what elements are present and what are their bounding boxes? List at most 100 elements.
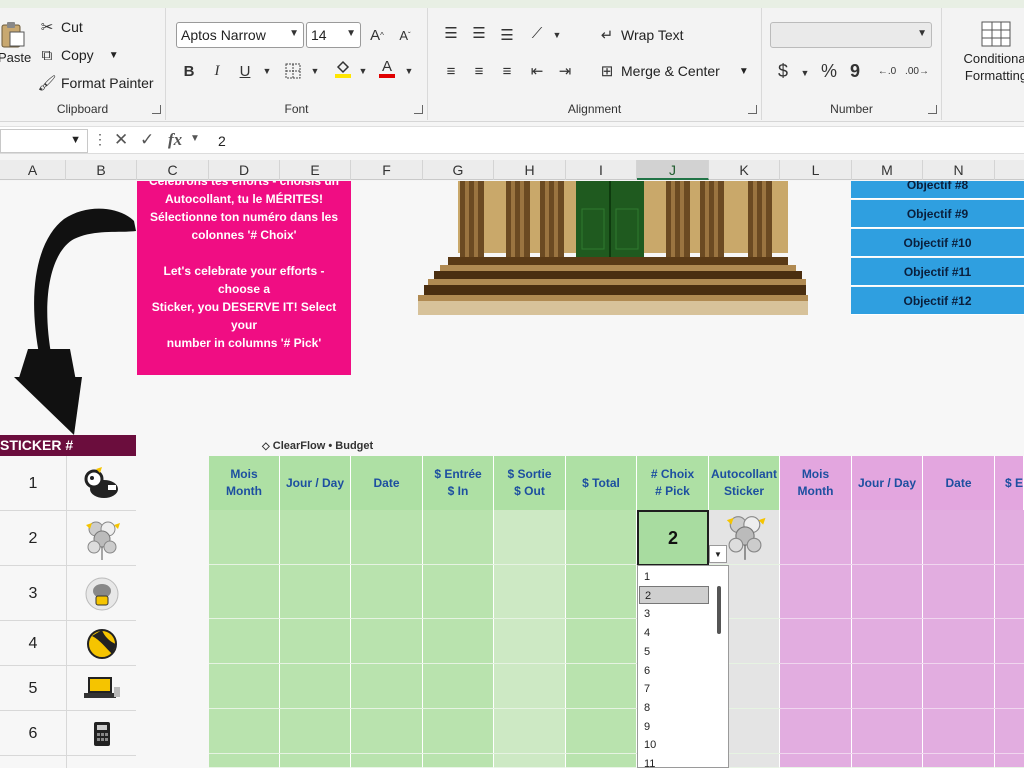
- align-middle-icon[interactable]: ☰: [468, 22, 490, 44]
- column-header-a[interactable]: A: [0, 160, 66, 180]
- italic-icon[interactable]: I: [206, 60, 228, 82]
- chevron-down-icon[interactable]: ▼: [398, 60, 420, 82]
- brand-label: ◇ ClearFlow • Budget: [262, 440, 373, 452]
- chevron-down-icon[interactable]: ▼: [190, 133, 200, 144]
- column-header-b[interactable]: B: [66, 160, 137, 180]
- out-column-cells[interactable]: [494, 510, 566, 768]
- chevron-down-icon[interactable]: ▼: [109, 50, 119, 61]
- in-column-cells[interactable]: [423, 510, 494, 768]
- insert-function-icon[interactable]: fx: [168, 130, 182, 150]
- column-header-i[interactable]: I: [566, 160, 637, 180]
- paste-button[interactable]: Paste: [0, 20, 31, 65]
- column-header-j[interactable]: J: [637, 160, 709, 180]
- decrease-font-size-icon[interactable]: Aˇ: [394, 24, 416, 46]
- sticker-row: 1: [0, 456, 136, 511]
- chevron-down-icon[interactable]: ▼: [739, 66, 749, 77]
- copy-button[interactable]: ⧉ Copy ▼: [38, 46, 119, 64]
- column-header-e[interactable]: E: [280, 160, 351, 180]
- number-launcher-icon[interactable]: [928, 105, 937, 114]
- day-2-column-cells[interactable]: [852, 510, 923, 768]
- wrap-text-button[interactable]: ↵ Wrap Text: [598, 26, 684, 44]
- date-column-cells[interactable]: [351, 510, 423, 768]
- align-right-icon[interactable]: ≡: [496, 60, 518, 82]
- sticker-row: [0, 756, 136, 768]
- pick-dropdown-list[interactable]: 1 2 3 4 5 6 7 8 9 10 11: [637, 565, 729, 768]
- header-sticker-en: Sticker: [723, 484, 765, 498]
- currency-icon[interactable]: $: [772, 60, 794, 82]
- percent-icon[interactable]: %: [818, 60, 840, 82]
- column-header-h[interactable]: H: [494, 160, 566, 180]
- conditional-formatting-button[interactable]: Conditional Formatting: [956, 20, 1024, 84]
- column-header-c[interactable]: C: [137, 160, 209, 180]
- align-left-icon[interactable]: ≡: [440, 60, 462, 82]
- font-size-select[interactable]: 14 ▼: [306, 22, 361, 48]
- column-header-g[interactable]: G: [423, 160, 494, 180]
- align-top-icon[interactable]: ☰: [440, 22, 462, 44]
- cow-sticker-icon: [66, 456, 136, 511]
- sticker-number: 6: [28, 725, 38, 742]
- header-month-2-fr: Mois: [801, 467, 830, 481]
- alignment-launcher-icon[interactable]: [748, 105, 757, 114]
- dropdown-option[interactable]: 5: [639, 643, 709, 661]
- row-divider: [780, 618, 1024, 619]
- number-format-select[interactable]: ▼: [770, 22, 932, 48]
- worksheet[interactable]: Célébrons tes efforts - choisis un Autoc…: [0, 181, 1024, 768]
- format-painter-button[interactable]: 🖌 Format Painter: [37, 74, 153, 92]
- date-2-column-cells[interactable]: [923, 510, 995, 768]
- name-box[interactable]: ▼: [0, 129, 88, 153]
- dropdown-option[interactable]: 3: [639, 605, 709, 623]
- objective-8: Objectif #8: [851, 181, 1024, 199]
- chevron-down-icon[interactable]: ▼: [794, 62, 816, 84]
- dropdown-arrow-icon[interactable]: ▼: [709, 545, 727, 563]
- dropdown-option[interactable]: 1: [639, 568, 709, 586]
- dropdown-option[interactable]: 11: [639, 755, 709, 767]
- chevron-down-icon[interactable]: ▼: [546, 24, 568, 46]
- enter-icon[interactable]: ✓: [140, 130, 154, 150]
- total-column-cells[interactable]: [566, 510, 637, 768]
- bold-icon[interactable]: B: [178, 60, 200, 82]
- cancel-icon[interactable]: ✕: [114, 130, 128, 150]
- column-header-n[interactable]: N: [923, 160, 995, 180]
- column-header-m[interactable]: M: [852, 160, 923, 180]
- decrease-indent-icon[interactable]: ⇤: [526, 60, 548, 82]
- align-center-icon[interactable]: ≡: [468, 60, 490, 82]
- increase-font-size-icon[interactable]: A ^: [366, 24, 388, 46]
- chevron-down-icon[interactable]: ▼: [256, 60, 278, 82]
- underline-icon[interactable]: U: [234, 60, 256, 82]
- align-bottom-icon[interactable]: ☰: [496, 24, 518, 46]
- dropdown-option[interactable]: 10: [639, 736, 709, 754]
- decrease-decimal-icon[interactable]: .00→: [905, 60, 929, 82]
- selected-pick-cell[interactable]: 2: [637, 510, 709, 566]
- chevron-down-icon[interactable]: ▼: [304, 60, 326, 82]
- font-color-icon[interactable]: A: [376, 58, 398, 80]
- font-launcher-icon[interactable]: [414, 105, 423, 114]
- month-2-column-cells[interactable]: [780, 510, 852, 768]
- formula-input[interactable]: 2: [210, 129, 1020, 153]
- clipboard-launcher-icon[interactable]: [152, 105, 161, 114]
- column-header-d[interactable]: D: [209, 160, 280, 180]
- fill-color-icon[interactable]: [332, 58, 354, 80]
- increase-decimal-icon[interactable]: ←.0: [876, 60, 898, 82]
- day-column-cells[interactable]: [280, 510, 351, 768]
- column-header-k[interactable]: K: [709, 160, 780, 180]
- column-header-o[interactable]: [995, 160, 1024, 180]
- dropdown-option[interactable]: 4: [639, 624, 709, 642]
- month-column-cells[interactable]: [209, 510, 280, 768]
- chevron-down-icon[interactable]: ▼: [352, 60, 374, 82]
- dropdown-scrollbar[interactable]: [717, 586, 721, 634]
- dropdown-option[interactable]: 9: [639, 718, 709, 736]
- dropdown-option[interactable]: 8: [639, 699, 709, 717]
- column-header-l[interactable]: L: [780, 160, 852, 180]
- dropdown-option[interactable]: 6: [639, 662, 709, 680]
- merge-center-button[interactable]: ⊞ Merge & Center ▼: [598, 62, 749, 80]
- dropdown-option[interactable]: 7: [639, 680, 709, 698]
- cut-button[interactable]: ✂ Cut: [38, 18, 83, 36]
- comma-style-icon[interactable]: 9: [844, 60, 866, 82]
- dropdown-option-selected[interactable]: 2: [639, 586, 709, 604]
- in-2-column-cells[interactable]: [995, 510, 1024, 768]
- borders-icon[interactable]: [282, 60, 304, 82]
- font-family-select[interactable]: Aptos Narrow ▼: [176, 22, 304, 48]
- orientation-icon[interactable]: ⟋: [526, 22, 548, 44]
- column-header-f[interactable]: F: [351, 160, 423, 180]
- increase-indent-icon[interactable]: ⇥: [554, 60, 576, 82]
